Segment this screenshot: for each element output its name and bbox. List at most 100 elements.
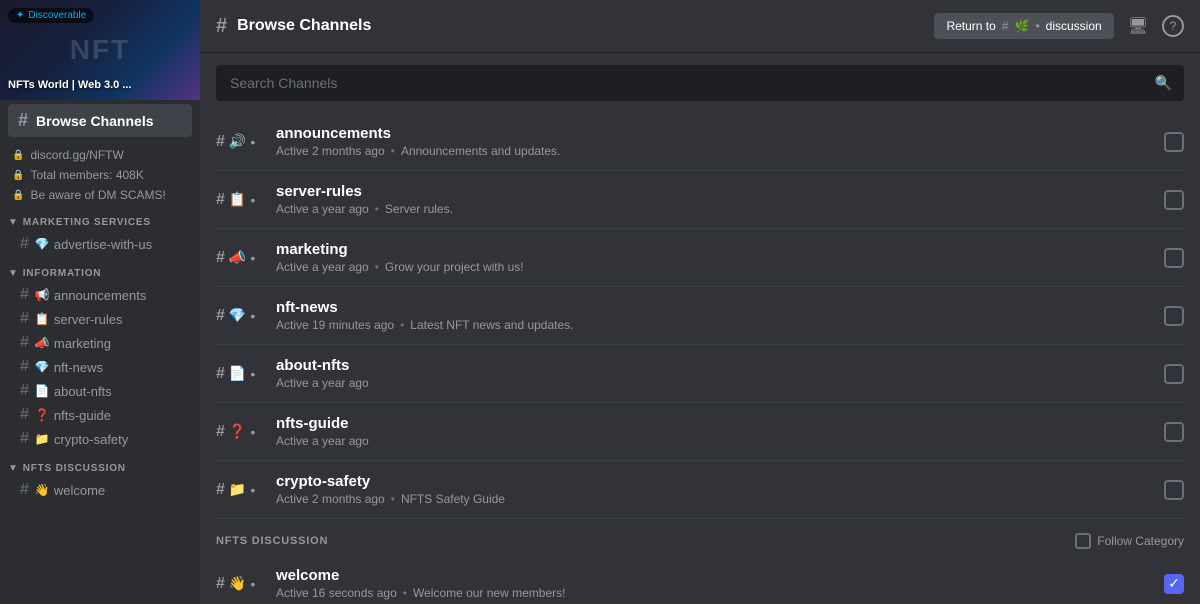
sidebar-item-announcements[interactable]: # 📢 announcements xyxy=(4,283,196,307)
channel-info-crypto-safety: crypto-safety Active 2 months ago • NFTS… xyxy=(276,473,1154,506)
return-emoji: 🌿 xyxy=(1015,19,1030,33)
channel-name: server-rules xyxy=(276,183,1154,200)
channel-meta: Active a year ago xyxy=(276,376,1154,390)
channel-row-server-rules[interactable]: # 📋 • server-rules Active a year ago • S… xyxy=(216,171,1184,229)
search-input[interactable] xyxy=(216,65,1184,101)
search-bar: 🔍 xyxy=(216,65,1184,101)
channel-icons-crypto-safety: # 📁 • xyxy=(216,481,266,499)
channel-row-nfts-guide[interactable]: # ❓ • nfts-guide Active a year ago xyxy=(216,403,1184,461)
collapse-icon-info: ▼ xyxy=(8,268,19,279)
channel-checkbox-nfts-guide[interactable] xyxy=(1164,422,1184,442)
browse-channels-nav-item[interactable]: # Browse Channels xyxy=(8,104,192,137)
channel-row-marketing[interactable]: # 📣 • marketing Active a year ago • Grow… xyxy=(216,229,1184,287)
hash-icon: # xyxy=(216,481,225,499)
search-icon: 🔍 xyxy=(1155,75,1172,92)
server-banner: NFT ✦ Discoverable NFTs World | Web 3.0 … xyxy=(0,0,200,100)
nft-news-emoji: 💎 xyxy=(229,307,246,324)
channel-checkbox-marketing[interactable] xyxy=(1164,248,1184,268)
sidebar-item-about-nfts[interactable]: # 📄 about-nfts xyxy=(4,379,196,403)
channel-name: crypto-safety xyxy=(276,473,1154,490)
sidebar-item-nfts-guide[interactable]: # ❓ nfts-guide xyxy=(4,403,196,427)
channel-checkbox-crypto-safety[interactable] xyxy=(1164,480,1184,500)
sidebar-category-marketing[interactable]: ▼ MARKETING SERVICES xyxy=(0,205,200,232)
meta-dot: • xyxy=(391,144,395,158)
hash-icon: # xyxy=(216,307,225,325)
channel-icons-nft-news: # 💎 • xyxy=(216,307,266,325)
sidebar-item-marketing[interactable]: # 📣 marketing xyxy=(4,331,196,355)
channel-row-crypto-safety[interactable]: # 📁 • crypto-safety Active 2 months ago … xyxy=(216,461,1184,519)
channel-row-about-nfts[interactable]: # 📄 • about-nfts Active a year ago xyxy=(216,345,1184,403)
sidebar-category-information[interactable]: ▼ INFORMATION xyxy=(0,256,200,283)
hash-icon: # xyxy=(20,235,29,253)
header-right: Return to # 🌿 • discussion 🖥 ? xyxy=(934,12,1184,40)
main-title: Browse Channels xyxy=(237,17,371,35)
channel-name: marketing xyxy=(276,241,1154,258)
hash-icon: # xyxy=(20,334,29,352)
dot-separator: • xyxy=(250,424,255,440)
channel-info-about-nfts: about-nfts Active a year ago xyxy=(276,357,1154,390)
channel-emoji: 📣 xyxy=(35,336,50,350)
channel-checkbox-about-nfts[interactable] xyxy=(1164,364,1184,384)
hash-icon: # xyxy=(20,310,29,328)
channel-emoji: ❓ xyxy=(35,408,50,422)
lock-icon-1: 🔒 xyxy=(12,150,24,161)
channel-icons-welcome: # 👋 • xyxy=(216,575,266,593)
marketing-emoji: 📣 xyxy=(229,249,246,266)
channel-meta: Active a year ago • Server rules. xyxy=(276,202,1154,216)
channel-icons-announcements: # 🔊 • xyxy=(216,133,266,151)
server-name: NFTs World | Web 3.0 ... xyxy=(8,79,131,92)
channel-checkbox-welcome[interactable]: ✓ xyxy=(1164,574,1184,594)
browse-channels-hash-icon: # xyxy=(216,15,227,38)
channel-row-announcements[interactable]: # 🔊 • announcements Active 2 months ago … xyxy=(216,113,1184,171)
hash-icon: # xyxy=(20,382,29,400)
discoverable-badge: ✦ Discoverable xyxy=(8,8,94,23)
channel-emoji: 📄 xyxy=(35,384,50,398)
main-header: # Browse Channels Return to # 🌿 • discus… xyxy=(200,0,1200,53)
channel-checkbox-nft-news[interactable] xyxy=(1164,306,1184,326)
sidebar-item-nft-news[interactable]: # 💎 nft-news xyxy=(4,355,196,379)
channel-meta: Active 16 seconds ago • Welcome our new … xyxy=(276,586,1154,600)
dot-separator: • xyxy=(250,192,255,208)
lock-icon-2: 🔒 xyxy=(12,170,24,181)
sidebar-info-scam: 🔒 Be aware of DM SCAMS! xyxy=(0,185,200,205)
channel-checkbox-announcements[interactable] xyxy=(1164,132,1184,152)
hash-icon: # xyxy=(216,249,225,267)
channel-meta: Active 2 months ago • Announcements and … xyxy=(276,144,1154,158)
sidebar-item-advertise[interactable]: # 💎 advertise-with-us xyxy=(4,232,196,256)
channel-icons-about-nfts: # 📄 • xyxy=(216,365,266,383)
sidebar-item-server-rules[interactable]: # 📋 server-rules xyxy=(4,307,196,331)
follow-category-button[interactable]: Follow Category xyxy=(1075,533,1184,549)
category-label-nfts-discussion: NFTS DISCUSSION xyxy=(216,535,328,547)
channel-emoji: 👋 xyxy=(35,483,50,497)
channel-emoji: 📋 xyxy=(35,312,50,326)
monitor-icon-button[interactable]: 🖥 xyxy=(1124,12,1152,40)
channel-info-nfts-guide: nfts-guide Active a year ago xyxy=(276,415,1154,448)
follow-checkbox xyxy=(1075,533,1091,549)
channel-checkbox-server-rules[interactable] xyxy=(1164,190,1184,210)
sidebar: NFT ✦ Discoverable NFTs World | Web 3.0 … xyxy=(0,0,200,604)
channel-row-welcome[interactable]: # 👋 • welcome Active 16 seconds ago • We… xyxy=(216,555,1184,604)
channel-emoji: 💎 xyxy=(35,237,50,251)
nfts-guide-emoji: ❓ xyxy=(229,423,246,440)
sidebar-item-crypto-safety[interactable]: # 📁 crypto-safety xyxy=(4,427,196,451)
channel-name: about-nfts xyxy=(276,357,1154,374)
sidebar-category-nfts-discussion[interactable]: ▼ NFTS DISCUSSION xyxy=(0,451,200,478)
help-icon-button[interactable]: ? xyxy=(1162,15,1184,37)
channel-info-announcements: announcements Active 2 months ago • Anno… xyxy=(276,125,1154,158)
channel-info-nft-news: nft-news Active 19 minutes ago • Latest … xyxy=(276,299,1154,332)
dot-separator: • xyxy=(250,250,255,266)
channel-name: nfts-guide xyxy=(276,415,1154,432)
channel-row-nft-news[interactable]: # 💎 • nft-news Active 19 minutes ago • L… xyxy=(216,287,1184,345)
return-button[interactable]: Return to # 🌿 • discussion xyxy=(934,13,1113,39)
sidebar-item-welcome[interactable]: # 👋 welcome xyxy=(4,478,196,502)
welcome-emoji: 👋 xyxy=(229,575,246,592)
rules-emoji: 📋 xyxy=(229,191,246,208)
channel-meta: Active a year ago xyxy=(276,434,1154,448)
channel-meta: Active 19 minutes ago • Latest NFT news … xyxy=(276,318,1154,332)
bullet-separator: • xyxy=(1035,19,1039,33)
dot-separator: • xyxy=(250,482,255,498)
meta-dot: • xyxy=(403,586,407,600)
sidebar-info-members: 🔒 Total members: 408K xyxy=(0,165,200,185)
crypto-safety-emoji: 📁 xyxy=(229,481,246,498)
channel-name: nft-news xyxy=(276,299,1154,316)
